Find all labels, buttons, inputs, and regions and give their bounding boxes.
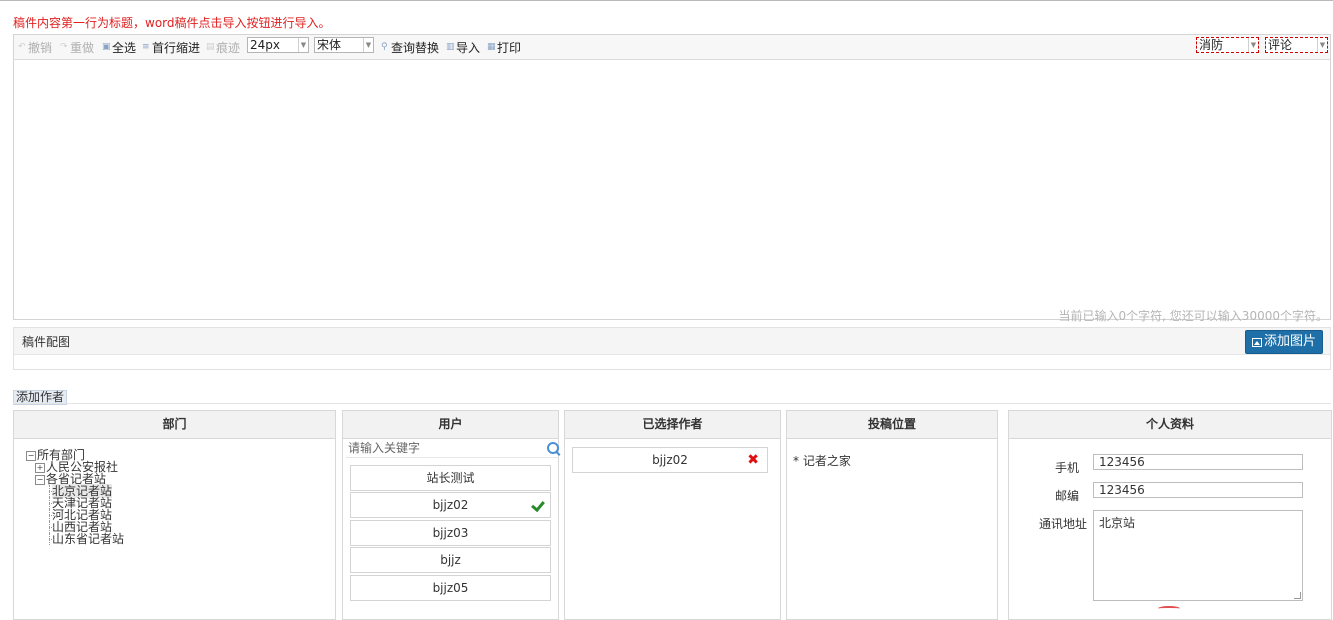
picture-panel: 稿件配图 添加图片	[13, 327, 1331, 370]
user-search	[346, 439, 559, 458]
collapse-icon[interactable]: −	[26, 451, 36, 461]
print-icon: ▦	[487, 41, 496, 52]
section-divider	[13, 403, 1331, 404]
selected-authors-header: 已选择作者	[565, 411, 780, 439]
indent-icon: ≡	[142, 41, 150, 52]
user-item[interactable]: bjjz05	[350, 575, 551, 601]
font-family-select[interactable]: 宋体 ▼	[314, 37, 374, 53]
expand-icon[interactable]: +	[35, 463, 45, 473]
first-indent-button[interactable]: ≡ 首行缩进	[142, 39, 200, 55]
undo-icon: ↶	[18, 41, 26, 52]
zip-label: 邮编	[1054, 489, 1079, 503]
remove-icon[interactable]: ✖	[747, 451, 759, 469]
chevron-down-icon: ▼	[1317, 38, 1327, 52]
user-item[interactable]: bjjz03	[350, 520, 551, 546]
import-button[interactable]: ▥ 导入	[446, 39, 480, 55]
department-panel: 部门 − 所有部门 + 人民公安报社 − 各省记者站 北京记者站 天津记者站 河北记者…	[13, 410, 336, 620]
rich-text-editor: ↶ 撤销 ↷ 重做 ▣ 全选 ≡ 首行缩进 ▤ 痕迹 24px ▼ 宋体 ▼ ⚲ 查询替换 …	[13, 34, 1331, 323]
picture-panel-title: 稿件配图	[22, 335, 71, 349]
resize-handle-icon[interactable]	[1294, 592, 1301, 599]
trace-button[interactable]: ▤ 痕迹	[206, 39, 240, 55]
selected-authors-panel: 已选择作者 bjjz02 ✖	[564, 410, 781, 620]
import-icon: ▥	[446, 41, 455, 52]
check-icon	[531, 497, 545, 513]
phone-field[interactable]: 123456	[1093, 454, 1303, 470]
select-all-icon: ▣	[102, 41, 111, 52]
phone-label: 手机	[1054, 461, 1079, 475]
position-header: 投稿位置	[787, 411, 997, 439]
redo-icon: ↷	[60, 41, 68, 52]
image-icon	[1251, 337, 1262, 347]
search-icon[interactable]	[547, 442, 559, 454]
select-all-button[interactable]: ▣ 全选	[102, 39, 136, 55]
find-replace-button[interactable]: ⚲ 查询替换	[381, 39, 439, 55]
redo-button[interactable]: ↷ 重做	[60, 39, 94, 55]
address-label: 通讯地址	[1038, 517, 1087, 531]
user-item[interactable]: bjjz02	[350, 492, 551, 518]
address-field[interactable]: 北京站	[1093, 510, 1303, 601]
chevron-down-icon: ▼	[363, 38, 373, 52]
char-counter: 当前已输入0个字符, 您还可以输入30000个字符。	[1058, 309, 1328, 323]
add-picture-button[interactable]: 添加图片	[1244, 330, 1323, 354]
import-hint: 稿件内容第一行为标题，word稿件点击导入按钮进行导入。	[13, 16, 331, 30]
profile-panel: 个人资料 手机 123456 邮编 123456 通讯地址 北京站	[1008, 410, 1332, 620]
tree-leaf[interactable]: 山东省记者站	[26, 533, 124, 545]
red-annotation-mark	[1158, 606, 1180, 611]
zip-field[interactable]: 123456	[1093, 482, 1303, 498]
category-select-2[interactable]: 评论 ▼	[1265, 37, 1328, 53]
chevron-down-icon: ▼	[298, 38, 308, 52]
picture-panel-header: 稿件配图 添加图片	[14, 328, 1330, 355]
users-header: 用户	[343, 411, 558, 439]
selected-author-item: bjjz02 ✖	[572, 447, 768, 473]
position-item[interactable]: * 记者之家	[793, 452, 851, 469]
chevron-down-icon: ▼	[1248, 38, 1258, 52]
collapse-icon[interactable]: −	[35, 475, 45, 485]
editor-content-area[interactable]	[14, 60, 1330, 307]
category-select-1[interactable]: 消防 ▼	[1196, 37, 1259, 53]
undo-button[interactable]: ↶ 撤销	[18, 39, 52, 55]
user-item[interactable]: bjjz	[350, 547, 551, 573]
find-icon: ⚲	[381, 41, 388, 52]
user-item[interactable]: 站长测试	[350, 465, 551, 491]
font-size-select[interactable]: 24px ▼	[247, 37, 309, 53]
print-button[interactable]: ▦ 打印	[487, 39, 521, 55]
user-search-input[interactable]	[346, 439, 540, 457]
department-tree: − 所有部门 + 人民公安报社 − 各省记者站 北京记者站 天津记者站 河北记者站 山…	[26, 449, 124, 545]
users-panel: 用户 站长测试 bjjz02 bjjz03 bjjz bjjz05	[342, 410, 559, 620]
top-border	[0, 0, 1333, 1]
trace-icon: ▤	[206, 41, 215, 52]
department-header: 部门	[14, 411, 335, 439]
position-panel: 投稿位置 * 记者之家	[786, 410, 998, 620]
profile-header: 个人资料	[1009, 411, 1331, 439]
editor-toolbar: ↶ 撤销 ↷ 重做 ▣ 全选 ≡ 首行缩进 ▤ 痕迹 24px ▼ 宋体 ▼ ⚲ 查询替换 …	[14, 35, 1330, 60]
